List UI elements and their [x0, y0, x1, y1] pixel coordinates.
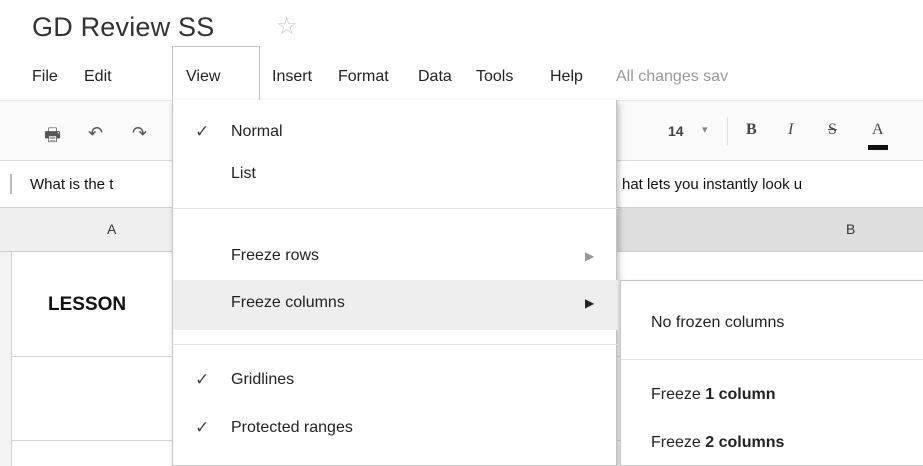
view-menu-dropdown: ✓ Normal List Freeze rows ▶ Freeze colum…	[172, 100, 618, 466]
font-size-select[interactable]: 14	[668, 123, 684, 139]
redo-icon[interactable]: ↷	[132, 123, 147, 144]
menu-item-list[interactable]: List	[173, 154, 618, 196]
font-size-dropdown-icon[interactable]: ▾	[702, 123, 708, 136]
menu-item-label: Protected ranges	[231, 419, 353, 436]
menu-data[interactable]: Data	[418, 62, 452, 100]
menu-separator	[173, 344, 618, 345]
menu-bar: File Edit View Insert Format Data Tools …	[0, 62, 923, 100]
cell-a1[interactable]: LESSON	[48, 294, 126, 316]
document-title[interactable]: GD Review SS	[32, 12, 214, 43]
submenu-separator	[621, 359, 923, 360]
menu-item-gridlines[interactable]: ✓ Gridlines	[173, 360, 618, 402]
submenu-item-freeze-1-column[interactable]: Freeze 1 column	[621, 373, 923, 417]
menu-item-label: Normal	[231, 123, 283, 140]
bold-button[interactable]: B	[746, 121, 757, 139]
menu-item-label: Freeze rows	[231, 247, 320, 264]
menu-item-normal[interactable]: ✓ Normal	[173, 112, 618, 154]
submenu-item-label: Freeze 1 column	[651, 386, 776, 403]
toolbar-separator	[727, 117, 728, 145]
menu-item-freeze-rows[interactable]: Freeze rows ▶	[173, 236, 618, 278]
menu-item-label: Gridlines	[231, 371, 295, 388]
text-color-button[interactable]: A	[872, 121, 884, 139]
column-header-a[interactable]: A	[107, 221, 116, 237]
formula-bar-marker	[10, 174, 12, 194]
menu-view[interactable]: View	[186, 62, 220, 100]
checkmark-icon: ✓	[195, 122, 210, 142]
menu-item-freeze-columns[interactable]: Freeze columns ▶	[173, 280, 618, 330]
menu-help[interactable]: Help	[550, 62, 583, 100]
checkmark-icon: ✓	[195, 370, 210, 390]
submenu-item-label: No frozen columns	[651, 314, 785, 331]
column-b-header-bg	[617, 208, 923, 251]
menu-insert[interactable]: Insert	[272, 62, 312, 100]
column-header-b[interactable]: B	[846, 221, 855, 237]
menu-item-label: Freeze columns	[231, 294, 345, 311]
row-header-strip	[0, 252, 12, 466]
submenu-arrow-icon: ▶	[585, 296, 595, 310]
menu-edit[interactable]: Edit	[84, 62, 112, 100]
submenu-item-freeze-2-columns[interactable]: Freeze 2 columns	[621, 421, 923, 465]
print-icon[interactable]: 🖶	[44, 123, 61, 153]
menu-item-label: List	[231, 165, 256, 182]
menu-separator	[173, 208, 618, 209]
menu-file[interactable]: File	[32, 62, 58, 100]
submenu-arrow-icon: ▶	[585, 249, 595, 263]
formula-text-left: What is the t	[30, 176, 114, 193]
text-color-swatch	[868, 145, 888, 150]
italic-button[interactable]: I	[788, 121, 793, 139]
checkmark-icon: ✓	[195, 418, 210, 438]
submenu-item-no-frozen-columns[interactable]: No frozen columns	[621, 301, 923, 345]
undo-icon[interactable]: ↶	[88, 123, 103, 144]
menu-tools[interactable]: Tools	[476, 62, 513, 100]
submenu-item-label: Freeze 2 columns	[651, 434, 785, 451]
menu-format[interactable]: Format	[338, 62, 389, 100]
star-icon[interactable]: ☆	[276, 12, 298, 40]
formula-text-right: hat lets you instantly look u	[622, 176, 803, 193]
strikethrough-button[interactable]: S	[828, 121, 837, 139]
freeze-columns-submenu: No frozen columns Freeze 1 column Freeze…	[620, 280, 923, 466]
menu-item-protected-ranges[interactable]: ✓ Protected ranges	[173, 408, 618, 450]
save-status: All changes sav	[616, 68, 729, 85]
